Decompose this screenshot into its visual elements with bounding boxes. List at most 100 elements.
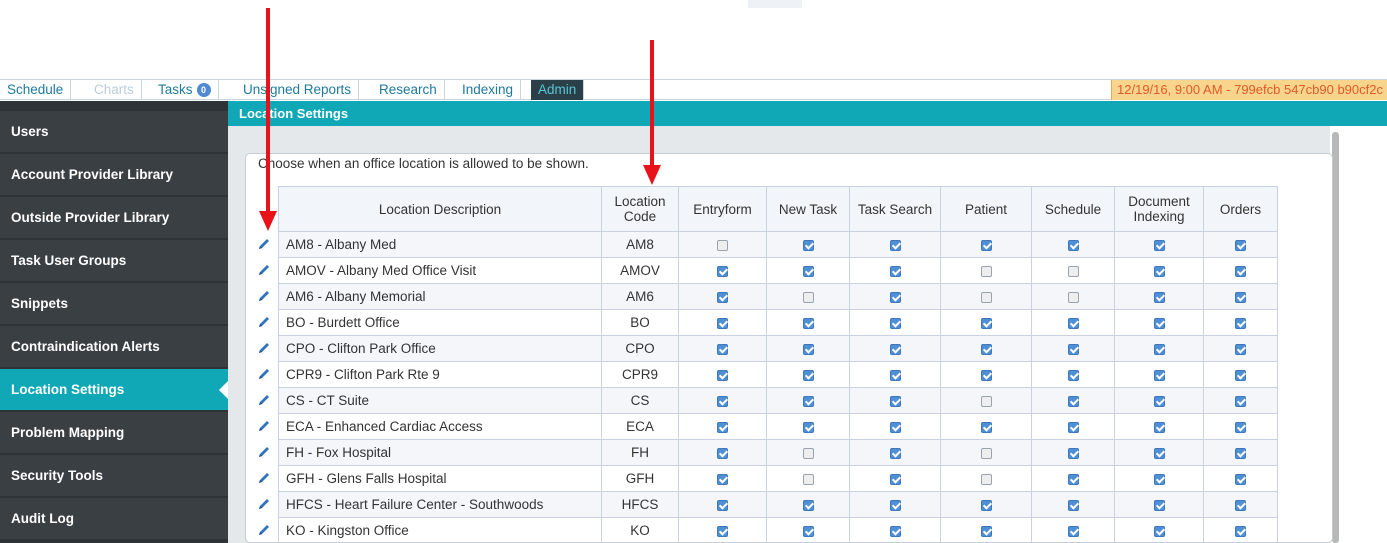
new-task-checkbox[interactable] <box>802 265 814 277</box>
new-task-checkbox[interactable] <box>802 473 814 485</box>
entryform-checkbox[interactable] <box>717 291 728 303</box>
edit-pencil-icon[interactable] <box>257 237 271 251</box>
task-search-checkbox[interactable] <box>889 447 901 459</box>
new-task-checkbox[interactable] <box>802 317 814 329</box>
orders-checkbox[interactable] <box>1235 447 1246 459</box>
schedule-checkbox[interactable] <box>1067 447 1079 459</box>
edit-pencil-icon[interactable] <box>257 367 271 381</box>
task-search-checkbox[interactable] <box>889 473 901 485</box>
entryform-checkbox[interactable] <box>717 473 728 485</box>
new-task-checkbox[interactable] <box>802 343 814 355</box>
entryform-checkbox[interactable] <box>717 447 728 459</box>
orders-checkbox[interactable] <box>1235 395 1246 407</box>
sidebar-item-location-settings[interactable]: Location Settings <box>0 369 228 410</box>
orders-checkbox[interactable] <box>1235 291 1246 303</box>
sidebar-item-account-provider-library[interactable]: Account Provider Library <box>0 154 228 195</box>
vertical-scrollbar[interactable] <box>1330 126 1387 543</box>
document-indexing-checkbox[interactable] <box>1153 395 1165 407</box>
edit-pencil-icon[interactable] <box>257 315 271 329</box>
sidebar-item-task-user-groups[interactable]: Task User Groups <box>0 240 228 281</box>
tab-research[interactable]: Research <box>372 80 445 100</box>
schedule-checkbox[interactable] <box>1067 499 1079 511</box>
schedule-checkbox[interactable] <box>1067 291 1079 303</box>
document-indexing-checkbox[interactable] <box>1153 421 1165 433</box>
orders-checkbox[interactable] <box>1235 473 1246 485</box>
document-indexing-checkbox[interactable] <box>1153 317 1165 329</box>
edit-pencil-icon[interactable] <box>257 263 271 277</box>
entryform-checkbox[interactable] <box>717 239 728 251</box>
task-search-checkbox[interactable] <box>889 395 901 407</box>
orders-checkbox[interactable] <box>1235 239 1246 251</box>
schedule-checkbox[interactable] <box>1067 421 1079 433</box>
orders-checkbox[interactable] <box>1235 265 1246 277</box>
document-indexing-checkbox[interactable] <box>1153 343 1165 355</box>
patient-checkbox[interactable] <box>980 343 992 355</box>
orders-checkbox[interactable] <box>1235 525 1246 537</box>
patient-checkbox[interactable] <box>980 525 992 537</box>
orders-checkbox[interactable] <box>1235 343 1246 355</box>
scrollbar-thumb[interactable] <box>1332 132 1339 543</box>
new-task-checkbox[interactable] <box>802 447 814 459</box>
sidebar-item-audit-log[interactable]: Audit Log <box>0 498 228 539</box>
tab-unsigned-reports[interactable]: Unsigned Reports <box>236 80 360 100</box>
sidebar-item-security-tools[interactable]: Security Tools <box>0 455 228 496</box>
sidebar-item-problem-mapping[interactable]: Problem Mapping <box>0 412 228 453</box>
new-task-checkbox[interactable] <box>802 291 814 303</box>
tab-admin[interactable]: Admin <box>531 80 585 100</box>
document-indexing-checkbox[interactable] <box>1153 499 1165 511</box>
new-task-checkbox[interactable] <box>802 239 814 251</box>
task-search-checkbox[interactable] <box>889 291 901 303</box>
edit-pencil-icon[interactable] <box>257 497 271 511</box>
edit-pencil-icon[interactable] <box>257 289 271 303</box>
new-task-checkbox[interactable] <box>802 499 814 511</box>
entryform-checkbox[interactable] <box>717 525 728 537</box>
task-search-checkbox[interactable] <box>889 265 901 277</box>
task-search-checkbox[interactable] <box>889 525 901 537</box>
new-task-checkbox[interactable] <box>802 525 814 537</box>
entryform-checkbox[interactable] <box>717 317 728 329</box>
new-task-checkbox[interactable] <box>802 369 814 381</box>
entryform-checkbox[interactable] <box>717 499 728 511</box>
edit-pencil-icon[interactable] <box>257 445 271 459</box>
schedule-checkbox[interactable] <box>1067 369 1079 381</box>
sidebar-item-outside-provider-library[interactable]: Outside Provider Library <box>0 197 228 238</box>
sidebar-item-users[interactable]: Users <box>0 111 228 152</box>
schedule-checkbox[interactable] <box>1067 239 1079 251</box>
patient-checkbox[interactable] <box>980 265 992 277</box>
entryform-checkbox[interactable] <box>717 265 728 277</box>
schedule-checkbox[interactable] <box>1067 473 1079 485</box>
entryform-checkbox[interactable] <box>717 395 728 407</box>
document-indexing-checkbox[interactable] <box>1153 447 1165 459</box>
orders-checkbox[interactable] <box>1235 421 1246 433</box>
tab-schedule[interactable]: Schedule <box>0 80 72 100</box>
patient-checkbox[interactable] <box>980 369 992 381</box>
task-search-checkbox[interactable] <box>889 239 901 251</box>
schedule-checkbox[interactable] <box>1067 317 1079 329</box>
schedule-checkbox[interactable] <box>1067 343 1079 355</box>
sidebar-item-contraindication-alerts[interactable]: Contraindication Alerts <box>0 326 228 367</box>
entryform-checkbox[interactable] <box>717 343 728 355</box>
task-search-checkbox[interactable] <box>889 317 901 329</box>
patient-checkbox[interactable] <box>980 239 992 251</box>
document-indexing-checkbox[interactable] <box>1153 525 1165 537</box>
patient-checkbox[interactable] <box>980 395 992 407</box>
patient-checkbox[interactable] <box>980 499 992 511</box>
new-task-checkbox[interactable] <box>802 421 814 433</box>
orders-checkbox[interactable] <box>1235 317 1246 329</box>
sidebar-item-snippets[interactable]: Snippets <box>0 283 228 324</box>
edit-pencil-icon[interactable] <box>257 393 271 407</box>
task-search-checkbox[interactable] <box>889 369 901 381</box>
schedule-checkbox[interactable] <box>1067 395 1079 407</box>
patient-checkbox[interactable] <box>980 317 992 329</box>
schedule-checkbox[interactable] <box>1067 265 1079 277</box>
orders-checkbox[interactable] <box>1235 499 1246 511</box>
schedule-checkbox[interactable] <box>1067 525 1079 537</box>
edit-pencil-icon[interactable] <box>257 419 271 433</box>
tab-tasks[interactable]: Tasks 0 <box>151 80 219 100</box>
task-search-checkbox[interactable] <box>889 421 901 433</box>
document-indexing-checkbox[interactable] <box>1153 473 1165 485</box>
tab-indexing[interactable]: Indexing <box>455 80 522 100</box>
document-indexing-checkbox[interactable] <box>1153 369 1165 381</box>
edit-pencil-icon[interactable] <box>257 471 271 485</box>
new-task-checkbox[interactable] <box>802 395 814 407</box>
